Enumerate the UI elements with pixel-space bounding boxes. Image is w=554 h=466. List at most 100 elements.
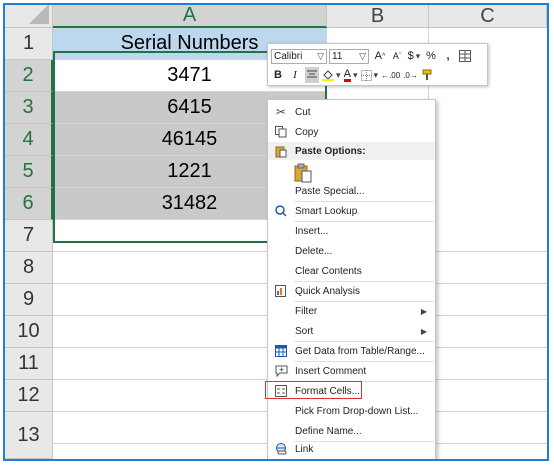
shrink-font-caret: ˇ: [398, 52, 402, 60]
comment-icon: [268, 365, 294, 377]
row-header-11[interactable]: 11: [5, 348, 53, 380]
row-header-7[interactable]: 7: [5, 220, 53, 252]
row-header-5[interactable]: 5: [5, 156, 53, 188]
menu-item-insert-comment[interactable]: Insert Comment: [268, 361, 435, 381]
percent-style-button[interactable]: %: [424, 48, 438, 64]
table-icon: [268, 345, 294, 357]
row-header-2[interactable]: 2: [5, 60, 53, 92]
font-color-button[interactable]: A ▾: [343, 67, 358, 83]
font-size-value: 11: [332, 50, 343, 62]
row-header-9[interactable]: 9: [5, 284, 53, 316]
fill-color-button[interactable]: ▾: [322, 67, 341, 83]
screenshot-frame: A B C 1 2 3 4 5 6 7 8 9 10 11 12 13 Seri…: [3, 3, 549, 461]
borders-icon: [360, 69, 372, 81]
menu-item-insert-comment-label: Insert Comment: [295, 365, 367, 377]
quick-analysis-icon: [268, 285, 294, 297]
font-name-box[interactable]: Calibri ▽: [271, 48, 327, 64]
menu-item-delete[interactable]: Delete...: [268, 241, 435, 261]
font-size-dropdown-icon[interactable]: ▽: [359, 51, 366, 62]
scissors-icon: ✂: [275, 105, 287, 119]
row-header-6[interactable]: 6: [5, 188, 53, 220]
link-icon: [268, 443, 294, 455]
menu-item-quick-analysis[interactable]: Quick Analysis: [268, 281, 435, 301]
currency-label: $: [407, 50, 414, 62]
menu-item-clear-contents[interactable]: Clear Contents: [268, 261, 435, 281]
menu-item-quick-analysis-label: Quick Analysis: [295, 285, 361, 297]
smart-lookup-icon: [268, 205, 294, 217]
column-header-c[interactable]: C: [429, 5, 547, 28]
menu-item-smart-lookup-label: Smart Lookup: [295, 205, 358, 217]
increase-decimal-icon: ←: [381, 70, 390, 80]
menu-item-filter[interactable]: Filter ▶: [268, 301, 435, 321]
increase-font-size-label: A: [374, 50, 383, 62]
menu-item-link[interactable]: Link: [268, 439, 435, 459]
row-header-12[interactable]: 12: [5, 380, 53, 412]
format-painter-button[interactable]: [421, 67, 435, 83]
menu-item-insert-label: Insert...: [295, 225, 329, 237]
clipboard-paste-icon: [294, 163, 312, 183]
italic-button[interactable]: I: [288, 67, 302, 83]
menu-item-cut[interactable]: ✂ Cut: [268, 102, 435, 122]
submenu-arrow-icon: ▶: [420, 306, 427, 316]
decrease-decimal-icon: →: [409, 70, 418, 80]
format-cells-icon: [268, 385, 294, 397]
mini-toolbar-row-1: Calibri ▽ 11 ▽ A ^ Aˇ $ ▾ % ,: [271, 47, 475, 65]
font-color-letter: A: [343, 67, 351, 82]
menu-item-paste-special[interactable]: Paste Special...: [268, 181, 435, 201]
menu-item-pick-from-list[interactable]: Pick From Drop-down List...: [268, 401, 435, 421]
select-all-corner[interactable]: [5, 5, 53, 28]
font-name-value: Calibri: [274, 50, 303, 62]
menu-item-link-label: Link: [295, 443, 314, 455]
context-menu: ✂ Cut Copy Paste Options: Paste Special.…: [267, 99, 436, 459]
menu-item-define-name[interactable]: Define Name...: [268, 421, 435, 441]
paste-options-header: Paste Options:: [268, 142, 435, 160]
select-all-triangle: [29, 5, 49, 24]
column-header-b[interactable]: B: [327, 5, 429, 28]
menu-item-copy-label: Copy: [295, 126, 319, 138]
menu-item-paste-special-label: Paste Special...: [295, 185, 365, 197]
menu-item-delete-label: Delete...: [295, 245, 333, 257]
grow-font-caret: ^: [382, 52, 386, 60]
comma-style-button[interactable]: ,: [441, 48, 455, 64]
menu-item-pick-from-list-label: Pick From Drop-down List...: [295, 405, 419, 417]
align-center-button[interactable]: [305, 67, 319, 83]
menu-item-clear-contents-label: Clear Contents: [295, 265, 362, 277]
row-header-4[interactable]: 4: [5, 124, 53, 156]
menu-item-copy[interactable]: Copy: [268, 122, 435, 142]
menu-item-cut-label: Cut: [295, 106, 311, 118]
menu-item-get-data[interactable]: Get Data from Table/Range...: [268, 341, 435, 361]
currency-dropdown-icon: ▾: [415, 50, 421, 61]
menu-item-format-cells[interactable]: Format Cells...: [268, 381, 435, 401]
submenu-arrow-icon: ▶: [420, 326, 427, 336]
menu-item-smart-lookup[interactable]: Smart Lookup: [268, 201, 435, 221]
increase-decimal-button[interactable]: ← .00: [381, 67, 400, 83]
decrease-decimal-button[interactable]: .0 →: [403, 67, 418, 83]
decrease-decimal-label: .0: [403, 70, 410, 80]
menu-item-sort[interactable]: Sort ▶: [268, 321, 435, 341]
font-name-dropdown-icon[interactable]: ▽: [317, 51, 324, 62]
row-header-8[interactable]: 8: [5, 252, 53, 284]
borders-dropdown-icon: ▾: [373, 69, 379, 80]
menu-item-insert[interactable]: Insert...: [268, 221, 435, 241]
row-header-13[interactable]: 13: [5, 412, 53, 459]
menu-item-define-name-label: Define Name...: [295, 425, 362, 437]
fill-color-icon: [322, 70, 334, 81]
increase-decimal-label: .00: [389, 70, 401, 80]
fill-color-dropdown-icon: ▾: [336, 69, 341, 80]
currency-format-button[interactable]: $ ▾: [407, 48, 421, 64]
row-header-3[interactable]: 3: [5, 92, 53, 124]
mini-toolbar-row-2: B I ▾ A ▾ ▾ ← .00 .0 →: [271, 66, 438, 84]
mini-toolbar: Calibri ▽ 11 ▽ A ^ Aˇ $ ▾ % , B I ▾ A ▾ …: [267, 43, 488, 86]
increase-font-size-button[interactable]: A ^: [373, 48, 387, 64]
bold-button[interactable]: B: [271, 67, 285, 83]
row-header-10[interactable]: 10: [5, 316, 53, 348]
borders-button[interactable]: ▾: [360, 67, 379, 83]
column-header-a[interactable]: A: [53, 5, 327, 28]
font-size-box[interactable]: 11 ▽: [329, 48, 369, 64]
decrease-font-size-button[interactable]: Aˇ: [390, 48, 404, 64]
format-table-icon[interactable]: [458, 48, 472, 64]
row-header-1[interactable]: 1: [5, 28, 53, 60]
paste-options-label: Paste Options:: [295, 145, 366, 157]
format-table-svg: [459, 50, 471, 62]
menu-item-sort-label: Sort: [295, 325, 314, 337]
